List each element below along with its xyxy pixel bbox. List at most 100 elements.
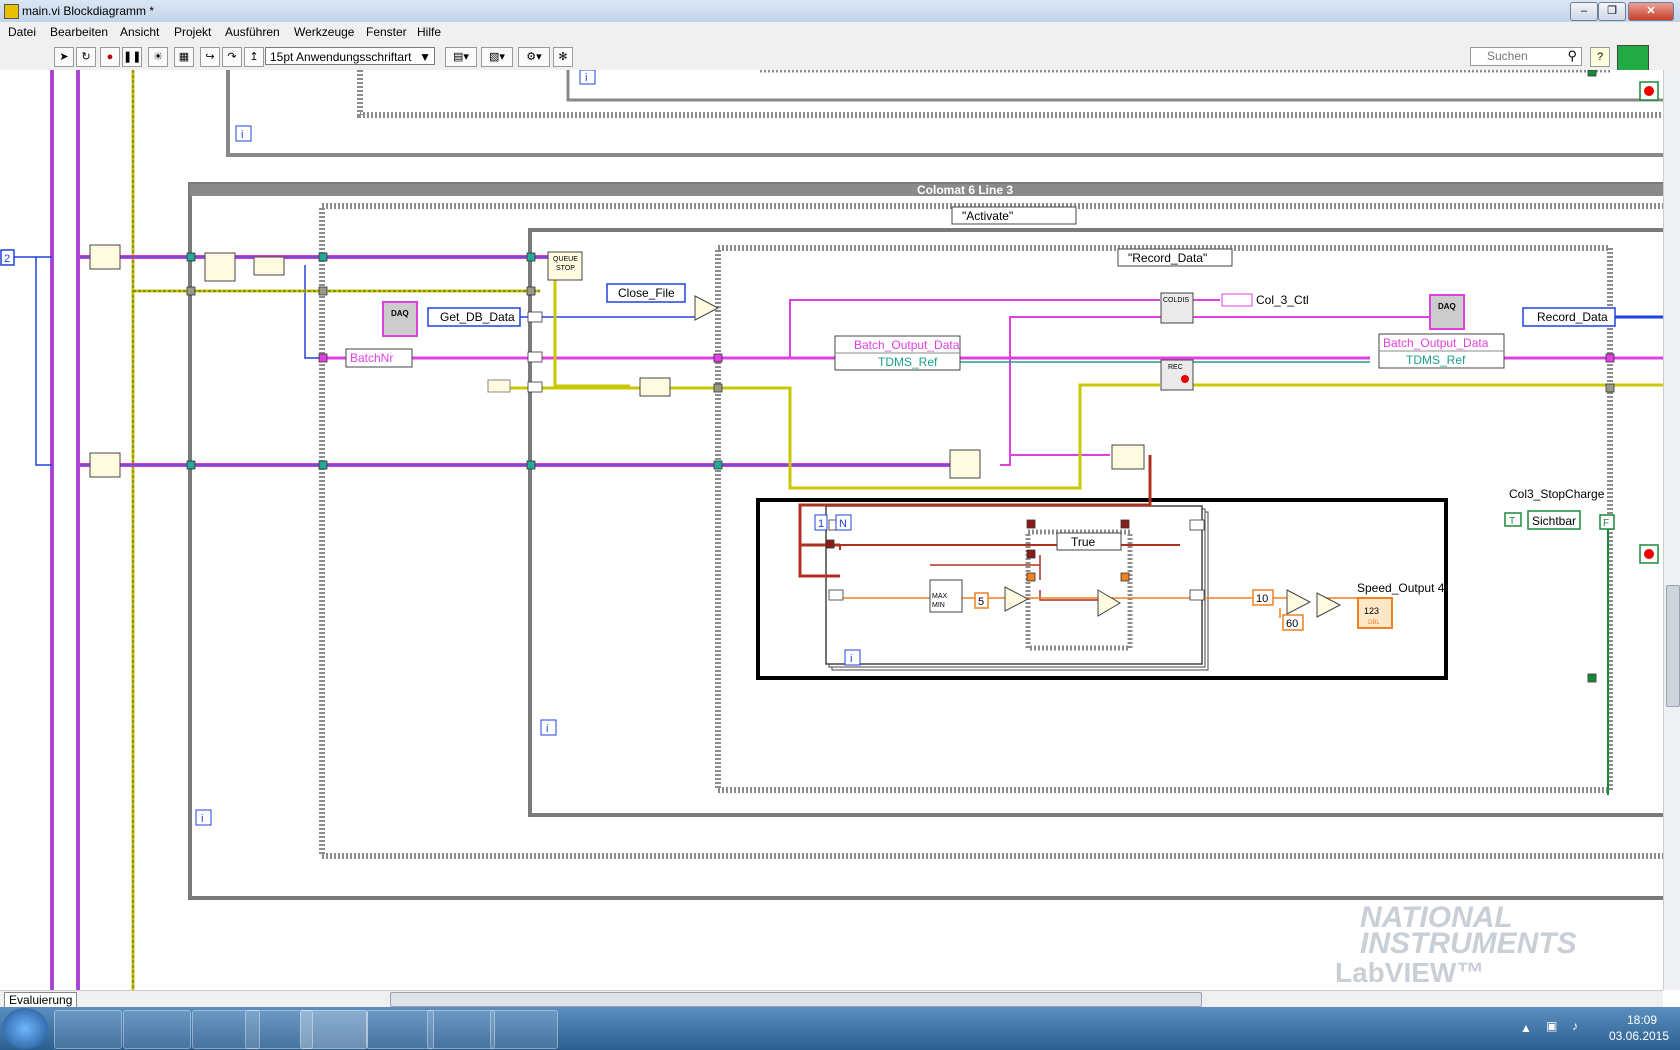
volume-icon[interactable]: ♪ xyxy=(1572,1019,1578,1033)
shift-register-orange-left xyxy=(828,589,844,601)
divide-node xyxy=(1286,589,1312,615)
daq-refnum-1 xyxy=(382,301,418,337)
shift-register-brown-right xyxy=(1189,519,1205,531)
tdms-ref-label-1: TDMS_Ref xyxy=(878,355,938,369)
stop-icon-inner xyxy=(1644,549,1654,559)
taskbar-internet-explorer-icon[interactable] xyxy=(54,1010,122,1049)
orange-math-wire xyxy=(1260,597,1360,618)
pause-icon[interactable]: ❚❚ xyxy=(122,47,142,67)
chevron-down-icon: ▼ xyxy=(419,50,431,64)
step-into-icon[interactable]: ↪ xyxy=(200,47,220,67)
const-t: T xyxy=(1509,516,1515,527)
watermark-line-2: INSTRUMENTS xyxy=(1360,927,1577,960)
get-db-data-label: Get_DB_Data xyxy=(440,310,515,324)
top-inner-loop-frame xyxy=(566,70,1663,102)
font-select[interactable]: 15pt Anwendungsschriftart ▼ xyxy=(265,47,435,65)
retain-wire-values-icon[interactable]: ▦ xyxy=(174,47,194,67)
iteration-i-colomat: i xyxy=(201,813,203,825)
minimize-button[interactable]: – xyxy=(1570,2,1598,21)
search-box[interactable]: ⚲ xyxy=(1470,47,1582,66)
shift-register-orange-right xyxy=(1189,589,1205,601)
const-2: 2 xyxy=(4,253,10,265)
waveform-node xyxy=(1111,444,1145,470)
error-cluster-const xyxy=(487,379,511,393)
menu-hilfe[interactable]: Hilfe xyxy=(417,25,441,39)
colomat-loop-title: Colomat 6 Line 3 xyxy=(917,183,1013,197)
const-1: 1 xyxy=(818,518,824,530)
block-diagram[interactable]: 2 QUEUE STOP DAQ DAQ BatchNr Get_DB_Data… xyxy=(0,70,1663,990)
multiply-node xyxy=(1316,592,1342,618)
cleanup-diagram-icon[interactable]: ✻ xyxy=(553,47,573,67)
taskbar-calculator-icon[interactable] xyxy=(366,1010,434,1049)
queue-label: QUEUE xyxy=(553,256,578,263)
network-icon[interactable]: ▣ xyxy=(1546,1019,1557,1033)
menu-ansicht[interactable]: Ansicht xyxy=(120,25,159,39)
search-icon[interactable]: ⚲ xyxy=(1567,48,1577,64)
step-out-icon[interactable]: ↥ xyxy=(244,47,264,67)
taskbar-xmind-icon[interactable] xyxy=(427,1010,495,1049)
toolbar: ➤ ↻ ● ❚❚ ☀ ▦ ↪ ↷ ↥ 15pt Anwendungsschrif… xyxy=(0,43,1680,77)
maximize-button[interactable]: ❐ xyxy=(1598,2,1626,21)
col3-stopcharge-label: Col3_StopCharge xyxy=(1509,487,1605,501)
shift-register-blue-left xyxy=(527,311,543,323)
activate-case-label: "Activate" xyxy=(962,209,1013,223)
run-continuously-icon[interactable]: ↻ xyxy=(76,47,96,67)
const-10: 10 xyxy=(1256,593,1268,605)
taskbar-explorer-icon[interactable] xyxy=(123,1010,191,1049)
unbundle-node-2 xyxy=(949,449,981,479)
iteration-i-top: i xyxy=(241,129,243,141)
iteration-i-inner: i xyxy=(546,723,548,735)
clock-time: 18:09 xyxy=(1626,1013,1658,1027)
col3-ctl-terminal[interactable] xyxy=(1221,293,1253,307)
context-help-icon[interactable]: ? xyxy=(1590,47,1610,67)
tunnel-13 xyxy=(713,353,723,363)
search-input[interactable] xyxy=(1485,48,1575,64)
top-case-frame xyxy=(357,70,1663,118)
tunnel-22 xyxy=(1026,572,1036,582)
tunnel-24 xyxy=(825,539,835,549)
align-objects-icon[interactable]: ▤▾ xyxy=(445,47,477,67)
menu-projekt[interactable]: Projekt xyxy=(174,25,211,39)
block-diagram-svg: 2 QUEUE STOP DAQ DAQ BatchNr Get_DB_Data… xyxy=(0,70,1663,990)
vertical-scrollbar[interactable] xyxy=(1663,70,1680,990)
tunnel-8 xyxy=(186,286,196,296)
close-button[interactable]: ✕ xyxy=(1628,2,1674,21)
abort-icon[interactable]: ● xyxy=(100,47,120,67)
coldis-label: COLDIS xyxy=(1163,297,1189,304)
horizontal-scrollbar[interactable] xyxy=(390,992,1202,1007)
indicator-dbl: DBL xyxy=(1368,620,1380,626)
menu-bar: Datei Bearbeiten Ansicht Projekt Ausführ… xyxy=(0,22,1680,43)
menu-werkzeuge[interactable]: Werkzeuge xyxy=(294,25,354,39)
taskbar-paint-icon[interactable] xyxy=(490,1010,558,1049)
const-5: 5 xyxy=(978,596,984,608)
indicator-123: 123 xyxy=(1364,606,1379,616)
distribute-objects-icon[interactable]: ▧▾ xyxy=(481,47,513,67)
daq-label-2: DAQ xyxy=(1438,302,1456,311)
start-button[interactable] xyxy=(2,1008,48,1049)
tunnel-18 xyxy=(1587,673,1597,683)
bundle-node xyxy=(253,256,285,276)
index-array-node-2 xyxy=(89,452,121,478)
reorder-icon[interactable]: ⚙▾ xyxy=(518,47,550,67)
tray-arrow-icon[interactable]: ▲ xyxy=(1520,1021,1532,1035)
taskbar: ▲ ▣ ♪ 18:09 03.06.2015 xyxy=(0,1007,1680,1050)
tunnel-2 xyxy=(318,252,328,262)
batch-output-data-label-2: Batch_Output_Data xyxy=(1383,336,1489,350)
rec-label: REC xyxy=(1168,364,1183,371)
tunnel-20 xyxy=(1026,549,1036,559)
step-over-icon[interactable]: ↷ xyxy=(222,47,242,67)
menu-datei[interactable]: Datei xyxy=(8,25,36,39)
const-f: F xyxy=(1603,518,1609,529)
iteration-terminal-colomat xyxy=(195,809,212,826)
tunnel-14 xyxy=(1605,353,1615,363)
menu-ausfuehren[interactable]: Ausführen xyxy=(225,25,280,39)
run-arrow-icon[interactable]: ➤ xyxy=(54,47,74,67)
menu-fenster[interactable]: Fenster xyxy=(366,25,407,39)
vertical-scrollbar-thumb[interactable] xyxy=(1666,585,1680,707)
tunnel-12 xyxy=(1605,383,1615,393)
highlight-bulb-icon[interactable]: ☀ xyxy=(148,47,168,67)
stop-label: STOP xyxy=(556,265,575,272)
taskbar-labview-icon[interactable] xyxy=(300,1010,368,1049)
close-file-label: Close_File xyxy=(618,286,675,300)
menu-bearbeiten[interactable]: Bearbeiten xyxy=(50,25,108,39)
